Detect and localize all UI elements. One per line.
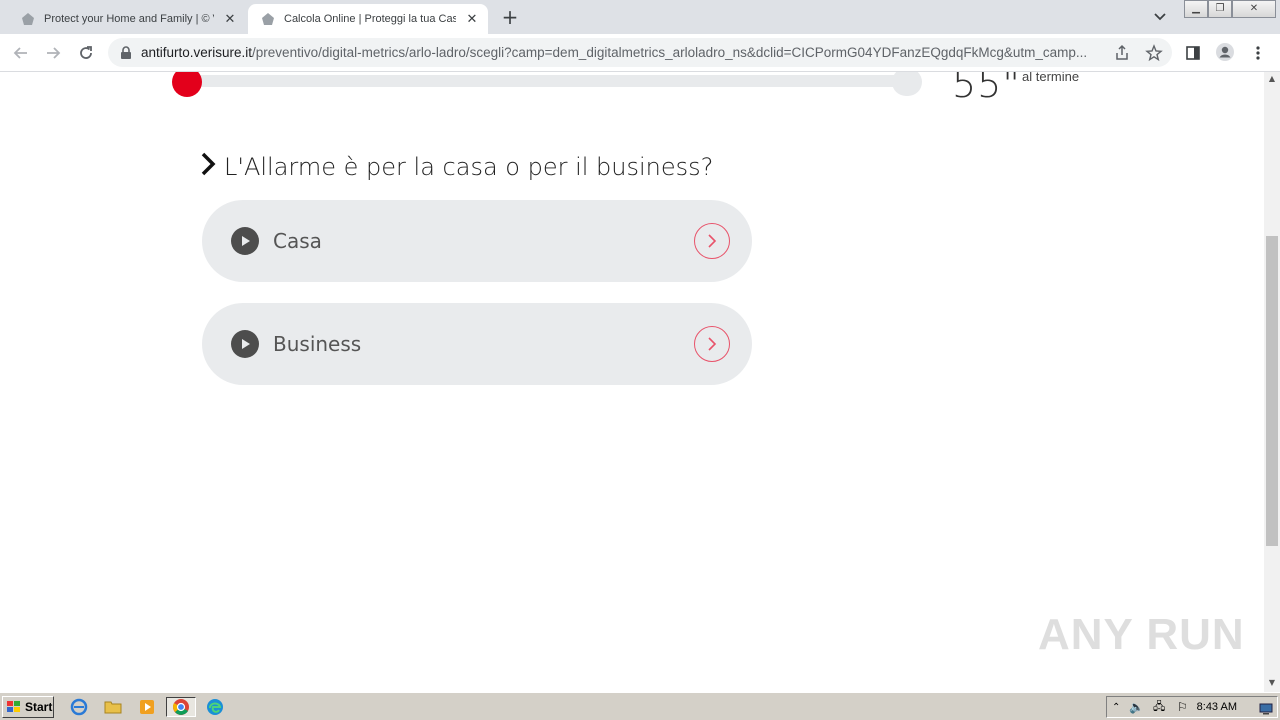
chrome-taskbar-icon[interactable] [166, 697, 196, 717]
explorer-folder-icon[interactable] [102, 697, 124, 717]
tab-calcola-online[interactable]: Calcola Online | Proteggi la tua Casa ✕ [248, 4, 488, 34]
volume-icon[interactable]: 🔈 [1129, 700, 1144, 714]
verisure-favicon-icon [260, 11, 276, 27]
tab-title: Calcola Online | Proteggi la tua Casa [284, 13, 456, 25]
scroll-up-icon[interactable]: ▲ [1267, 74, 1277, 83]
edge-icon[interactable] [204, 697, 226, 717]
forward-arrow-icon[interactable] [42, 42, 64, 64]
anyrun-watermark: ANY RUN [1038, 610, 1245, 659]
bookmark-star-icon[interactable] [1145, 44, 1163, 62]
play-icon [231, 330, 259, 358]
tab-strip: Protect your Home and Family | © Ve ✕ Ca… [0, 0, 1280, 34]
browser-toolbar: antifurto.verisure.it/preventivo/digital… [0, 34, 1280, 72]
restore-icon[interactable]: ❐ [1208, 0, 1232, 18]
arrow-right-circle-icon[interactable] [694, 326, 730, 362]
verisure-favicon-icon [20, 11, 36, 27]
progress-indicator [172, 72, 202, 97]
option-label: Business [273, 332, 362, 356]
windows-logo-icon [7, 701, 20, 712]
vertical-scrollbar[interactable]: ▲ ▼ [1264, 72, 1280, 692]
minimize-icon[interactable]: ▁ [1184, 0, 1208, 18]
question-heading: L'Allarme è per la casa o per il busines… [200, 152, 713, 182]
countdown-timer: 55" [952, 72, 1021, 106]
arrow-right-circle-icon[interactable] [694, 223, 730, 259]
option-casa[interactable]: Casa [202, 200, 752, 282]
countdown-note: al termine [1022, 72, 1080, 84]
flag-icon[interactable]: ⚐ [1177, 700, 1188, 714]
play-icon [231, 227, 259, 255]
tab-close-icon[interactable]: ✕ [222, 11, 238, 27]
profile-avatar-icon[interactable] [1215, 42, 1235, 62]
clock: 8:43 AM [1196, 701, 1237, 713]
tab-protect-home[interactable]: Protect your Home and Family | © Ve ✕ [8, 4, 246, 34]
start-button[interactable]: Start [2, 696, 54, 718]
kebab-menu-icon[interactable] [1248, 43, 1268, 63]
close-window-icon[interactable]: ✕ [1232, 0, 1276, 18]
url-text[interactable]: antifurto.verisure.it/preventivo/digital… [141, 45, 1101, 60]
ie-icon[interactable] [68, 697, 90, 717]
windows-taskbar: Start ⌃ 🔈 🖧 ⚐ 8:43 AM [0, 692, 1280, 720]
side-panel-icon[interactable] [1183, 43, 1203, 63]
progress-bar-track [186, 75, 908, 87]
question-text: L'Allarme è per la casa o per il busines… [224, 153, 714, 181]
scroll-down-icon[interactable]: ▼ [1267, 678, 1277, 687]
media-player-icon[interactable] [136, 697, 158, 717]
reload-icon[interactable] [75, 42, 97, 64]
new-tab-button[interactable]: + [498, 6, 522, 30]
tray-expand-icon[interactable]: ⌃ [1112, 702, 1120, 713]
share-icon[interactable] [1113, 44, 1131, 62]
option-label: Casa [273, 229, 322, 253]
progress-bar-end [892, 72, 922, 96]
page-content: 55" al termine L'Allarme è per la casa o… [0, 72, 1264, 692]
address-bar[interactable]: antifurto.verisure.it/preventivo/digital… [108, 38, 1172, 67]
system-tray: ⌃ 🔈 🖧 ⚐ 8:43 AM [1106, 696, 1278, 718]
option-business[interactable]: Business [202, 303, 752, 385]
network-icon[interactable]: 🖧 [1153, 698, 1165, 717]
chevron-right-icon [200, 152, 216, 182]
scrollbar-thumb[interactable] [1266, 236, 1278, 546]
tab-title: Protect your Home and Family | © Ve [44, 13, 214, 25]
tab-search-chevron-icon[interactable] [1150, 8, 1170, 26]
tab-close-icon[interactable]: ✕ [464, 11, 480, 27]
show-desktop-icon[interactable] [1259, 700, 1273, 719]
lock-icon[interactable] [120, 45, 132, 64]
back-arrow-icon[interactable] [10, 42, 32, 64]
